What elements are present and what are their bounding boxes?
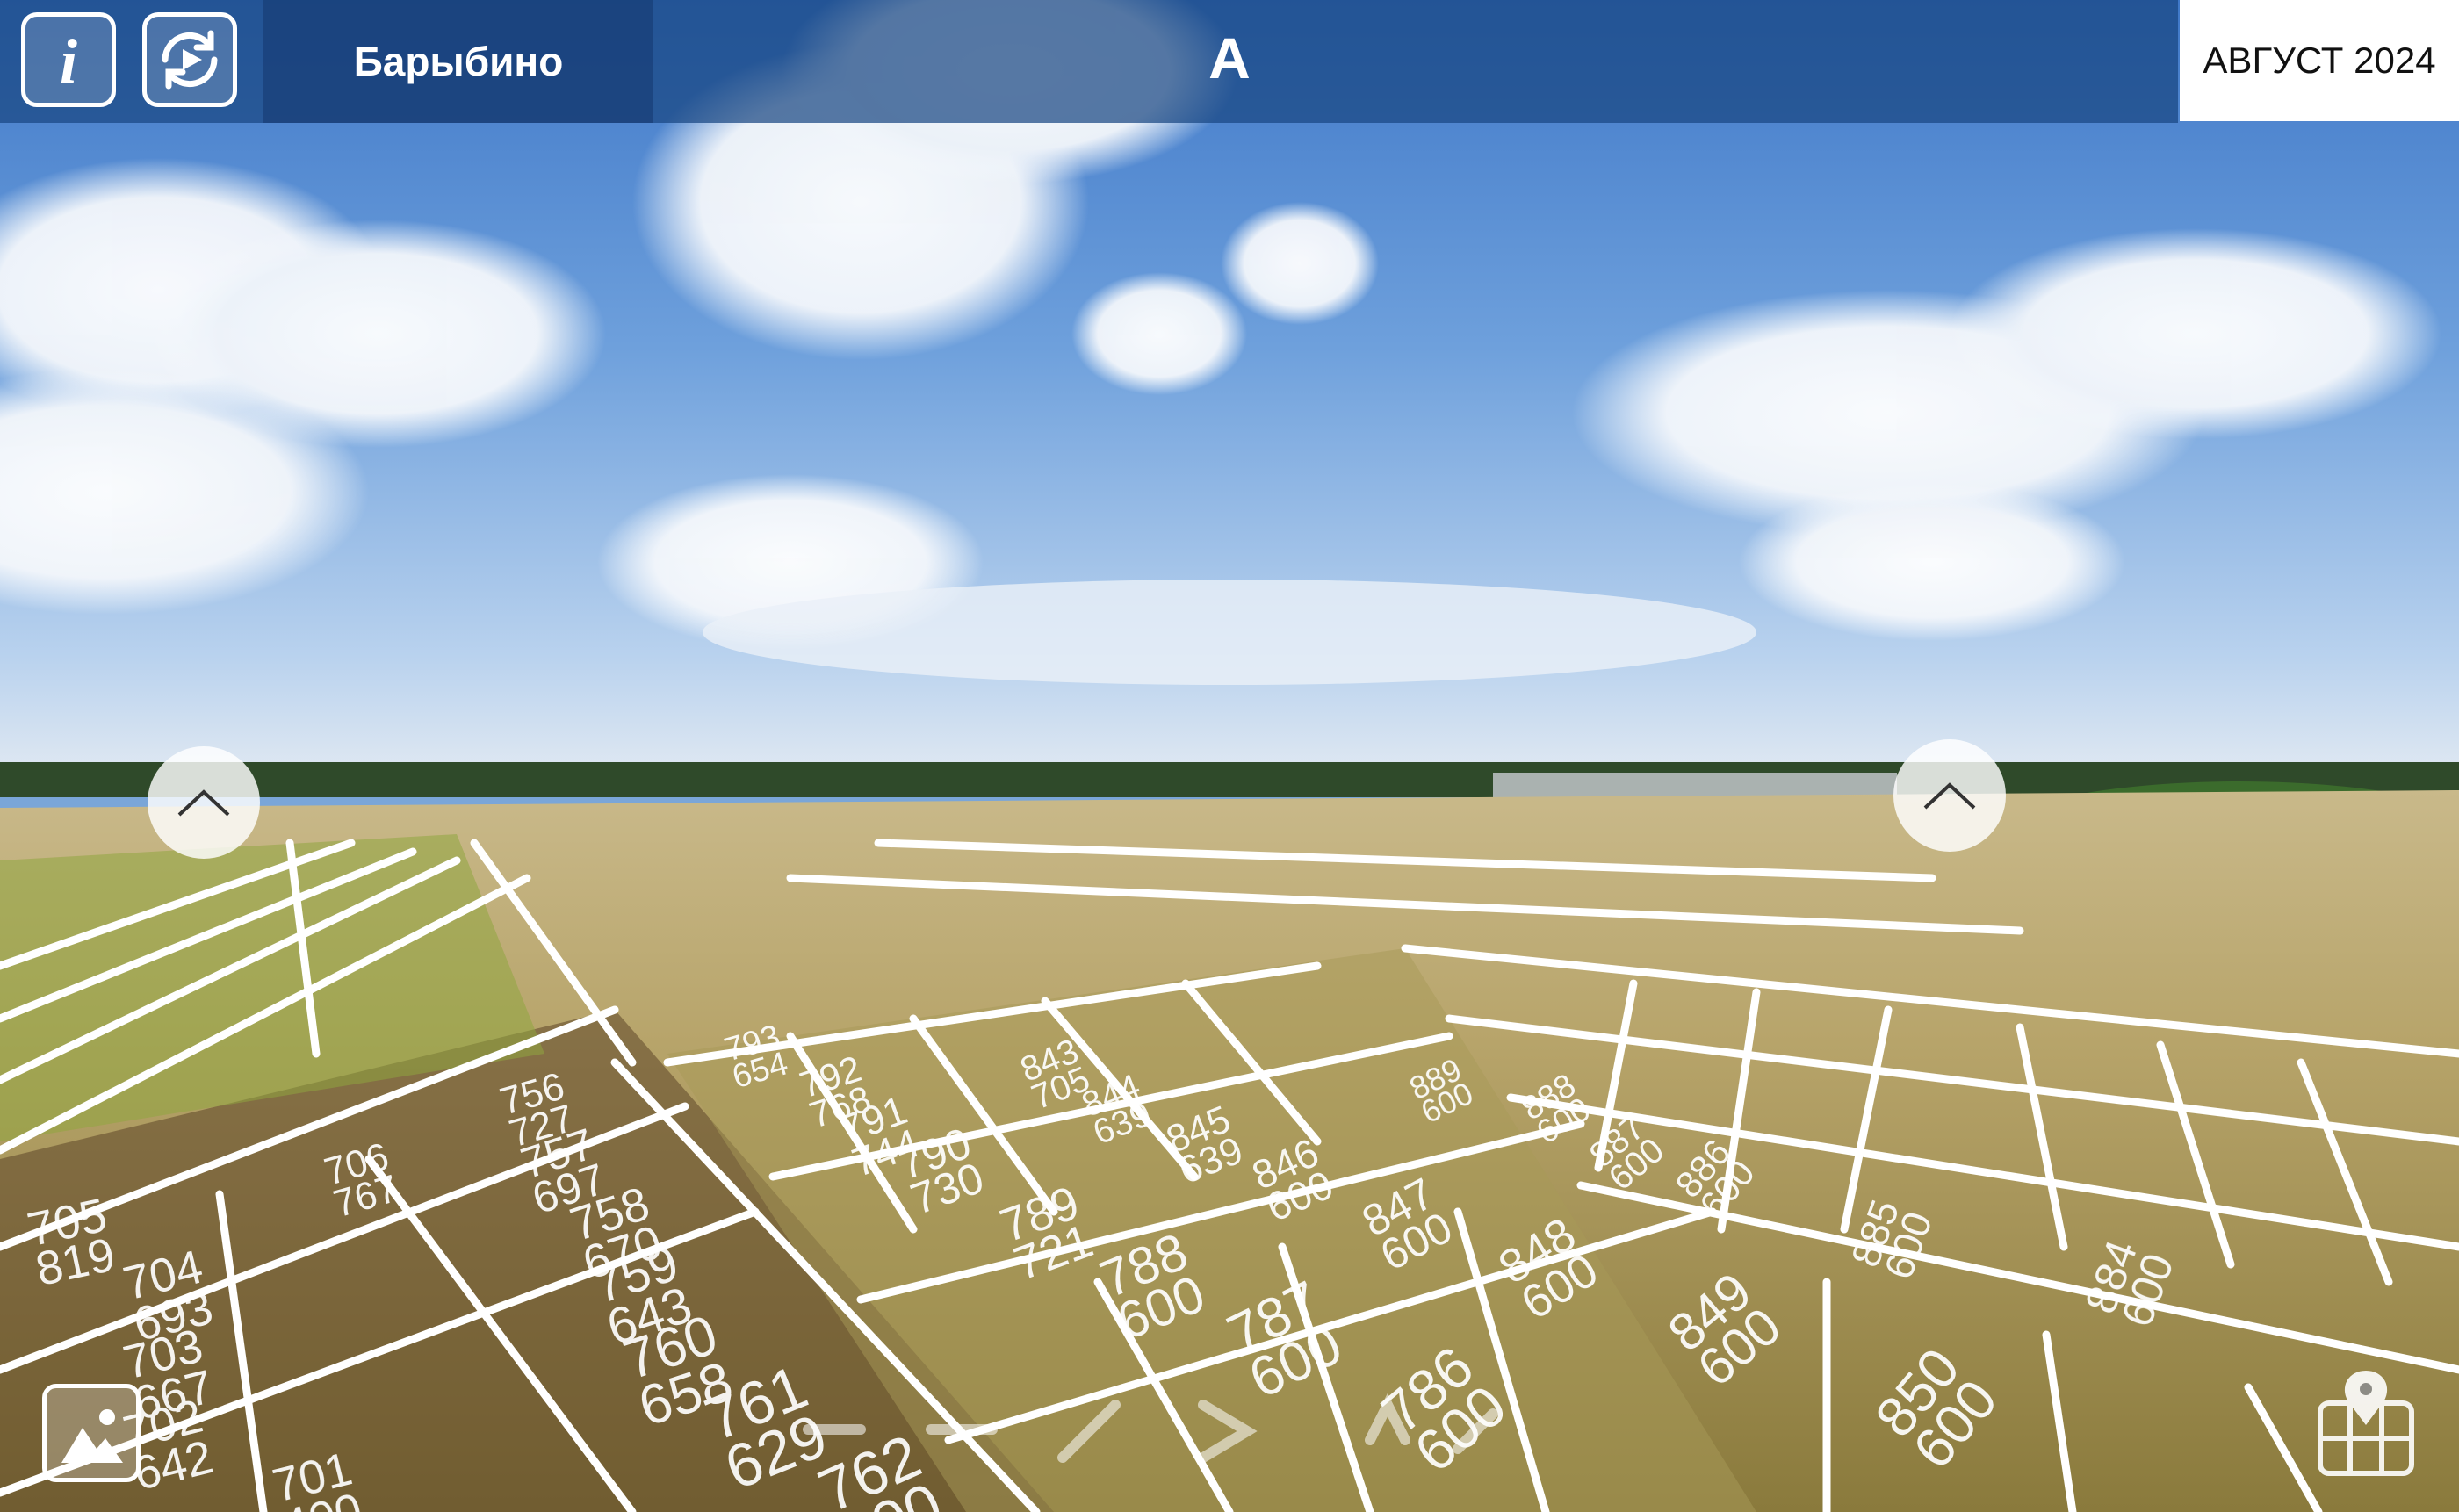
- tree-line: [0, 762, 2459, 797]
- section-letter: А: [1208, 25, 1251, 90]
- image-gallery-icon: [61, 1409, 123, 1463]
- location-title-block: Барыбино: [263, 0, 653, 123]
- panorama-switch-button[interactable]: [142, 12, 237, 107]
- nav-hotspot-right[interactable]: [1893, 739, 2006, 852]
- svg-text:i: i: [60, 26, 77, 95]
- date-label: АВГУСТ 2024: [2203, 40, 2436, 81]
- map-button[interactable]: [2313, 1366, 2419, 1480]
- chevron-up-icon: [177, 789, 230, 817]
- map-pin-icon: [2318, 1370, 2414, 1476]
- panorama-refresh-icon: [162, 30, 218, 90]
- info-icon: i: [60, 26, 77, 95]
- date-selector[interactable]: АВГУСТ 2024: [2180, 0, 2459, 121]
- location-title: Барыбино: [353, 39, 564, 84]
- nav-hotspot-left[interactable]: [148, 746, 260, 859]
- aerial-panorama[interactable]: 705819 704693 703667 702642 701400 70676…: [0, 0, 2459, 1512]
- chevron-up-icon: [1923, 782, 1976, 810]
- gallery-button[interactable]: [42, 1384, 141, 1482]
- info-button[interactable]: i: [21, 12, 116, 107]
